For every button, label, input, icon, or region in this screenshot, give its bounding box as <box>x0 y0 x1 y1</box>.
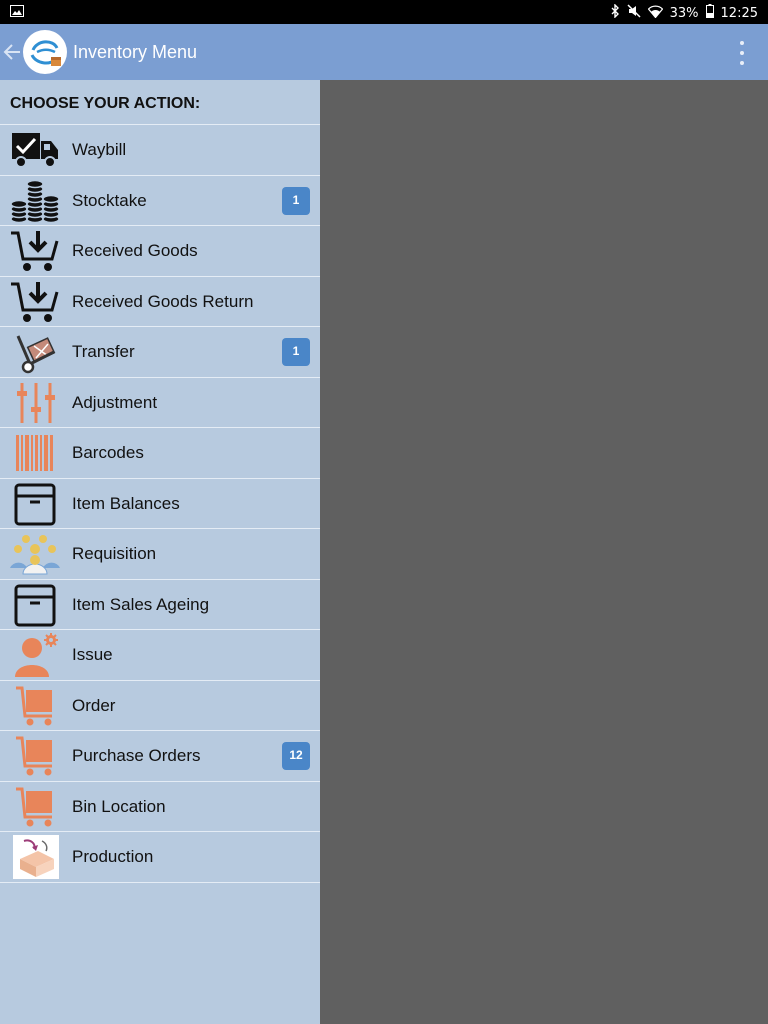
menu-item-production[interactable]: Production <box>0 832 320 883</box>
page-title: Inventory Menu <box>73 42 198 62</box>
menu-item-label: Item Sales Ageing <box>72 594 210 614</box>
menu-item-adjustment[interactable]: Adjustment <box>0 378 320 428</box>
logo-icon[interactable] <box>23 30 67 74</box>
menu-item-received-goods[interactable]: Received Goods <box>0 226 320 277</box>
menu-item-bin-location[interactable]: Bin Location <box>0 782 320 832</box>
menu-item-waybill[interactable]: Waybill <box>0 125 320 176</box>
menu-item-label: Transfer <box>72 342 135 361</box>
bluetooth-icon <box>611 3 620 23</box>
person-gear-icon <box>10 633 60 677</box>
menu-item-transfer[interactable]: Transfer 1 <box>0 327 320 378</box>
battery-percent: 33% <box>669 5 699 21</box>
menu-item-stocktake[interactable]: Stocktake 1 <box>0 176 320 226</box>
app-bar: Inventory Menu <box>0 24 768 80</box>
box-icon <box>10 482 60 526</box>
more-vert-icon[interactable] <box>738 41 746 65</box>
menu-item-received-goods-return[interactable]: Received Goods Return <box>0 277 320 327</box>
menu-item-requisition[interactable]: Requisition <box>0 529 320 580</box>
people-group-icon <box>10 532 60 576</box>
menu-item-issue[interactable]: Issue <box>0 630 320 681</box>
menu-item-label: Production <box>72 847 154 866</box>
cart-download-icon <box>10 229 60 273</box>
arrow-left-icon[interactable] <box>3 41 21 68</box>
navigation-drawer: CHOOSE YOUR ACTION: Waybill Stocktake 1 … <box>0 80 320 1024</box>
menu-item-label: Bin Location <box>72 796 166 816</box>
menu-item-order[interactable]: Order <box>0 681 320 731</box>
count-badge: 1 <box>282 338 310 366</box>
menu-item-label: Issue <box>72 645 113 664</box>
menu-item-label: Order <box>72 695 116 715</box>
menu-item-item-sales-ageing[interactable]: Item Sales Ageing <box>0 580 320 630</box>
image-notification-icon <box>10 5 24 21</box>
cart-icon <box>10 684 60 728</box>
count-badge: 12 <box>282 742 310 770</box>
mute-icon <box>627 4 641 23</box>
menu-item-item-balances[interactable]: Item Balances <box>0 479 320 529</box>
production-icon <box>10 835 60 879</box>
menu-item-label: Received Goods Return <box>72 291 254 311</box>
count-badge: 1 <box>282 186 310 215</box>
truck-icon <box>10 128 60 172</box>
content-scrim[interactable] <box>320 80 768 1024</box>
menu-item-purchase-orders[interactable]: Purchase Orders 12 <box>0 731 320 782</box>
menu-item-label: Item Balances <box>72 493 180 513</box>
cart-icon <box>10 785 60 829</box>
menu-item-label: Received Goods <box>72 241 198 260</box>
box-icon <box>10 583 60 627</box>
status-bar: 33% 12:25 <box>0 0 768 24</box>
barcode-icon <box>10 431 60 475</box>
hand-truck-icon <box>10 330 60 374</box>
sliders-icon <box>10 381 60 425</box>
drawer-heading: CHOOSE YOUR ACTION: <box>0 80 320 125</box>
menu-item-label: Adjustment <box>72 392 158 412</box>
clock: 12:25 <box>720 5 758 21</box>
menu-item-barcodes[interactable]: Barcodes <box>0 428 320 479</box>
menu-item-label: Purchase Orders <box>72 746 201 765</box>
menu-item-label: Barcodes <box>72 443 144 462</box>
coins-icon <box>10 179 60 223</box>
menu-item-label: Waybill <box>72 140 127 159</box>
menu-item-label: Requisition <box>72 544 157 563</box>
menu-item-label: Stocktake <box>72 190 147 210</box>
battery-icon <box>705 4 714 23</box>
wifi-icon <box>647 5 663 23</box>
cart-icon <box>10 734 60 778</box>
cart-download-icon <box>10 280 60 324</box>
